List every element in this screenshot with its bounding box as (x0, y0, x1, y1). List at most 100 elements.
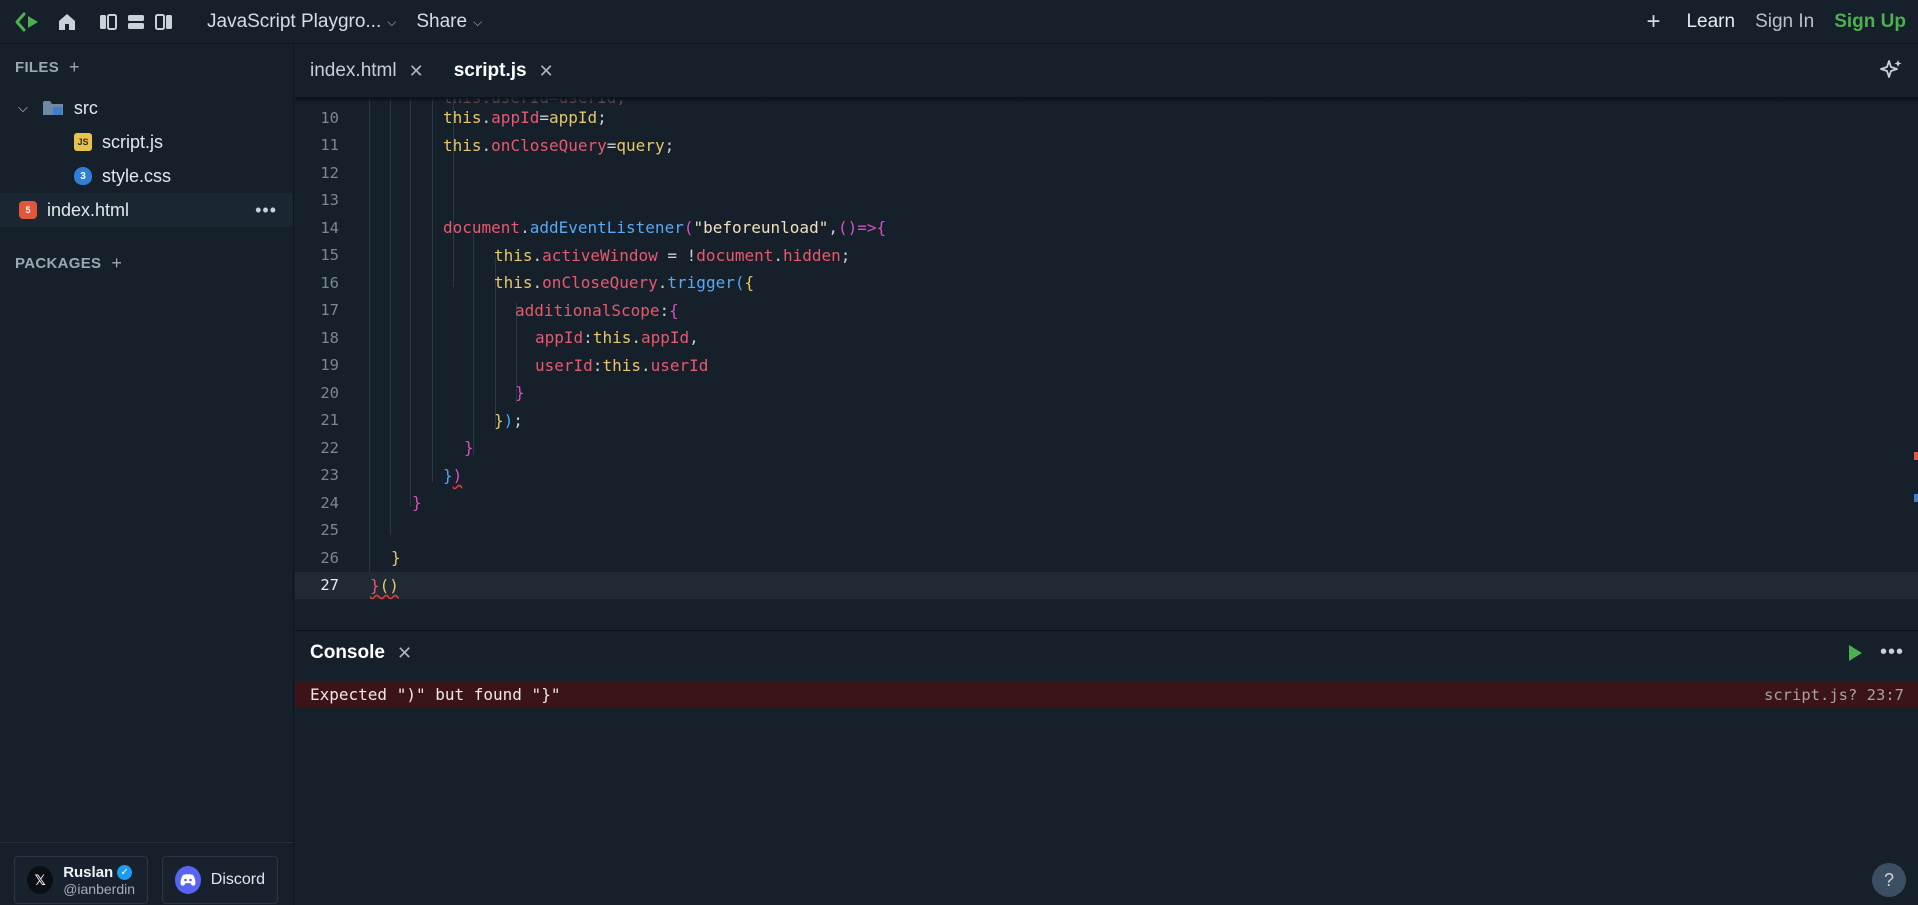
share-dropdown[interactable]: Share ⌵ (416, 11, 482, 33)
line-number: 18 (320, 328, 339, 347)
code-line: 25 (295, 517, 1918, 545)
line-number: 10 (320, 108, 339, 127)
add-file-icon[interactable]: + (69, 57, 80, 78)
scroll-shadow (295, 97, 1918, 103)
code-line: 20 } (295, 379, 1918, 407)
line-number: 14 (320, 218, 339, 237)
code-line: 17 additionalScope:{ (295, 297, 1918, 325)
console-error-row[interactable]: Expected ")" but found "}" script.js? 23… (295, 681, 1918, 708)
top-bar-actions: + Learn Sign In Sign Up (1646, 0, 1906, 44)
chevron-down-icon[interactable]: ⌵ (18, 100, 28, 116)
code-text: } (464, 438, 474, 458)
packages-label: PACKAGES (15, 255, 102, 272)
console-actions: ••• (1848, 641, 1904, 664)
author-name: Ruslan (63, 863, 114, 881)
console-title: Console (310, 642, 385, 663)
code-text: userId:this.userId (535, 355, 709, 375)
code-text: }) (443, 465, 463, 485)
css-file-icon: 3 (74, 167, 92, 185)
line-number: 23 (320, 466, 339, 485)
code-line: 19 userId:this.userId (295, 352, 1918, 380)
line-number: 17 (320, 301, 339, 320)
author-name-row: Ruslan ✓ (63, 864, 135, 881)
code-text: } (391, 548, 401, 568)
chevron-down-icon: ⌵ (473, 15, 483, 29)
layout-split-icon[interactable] (155, 13, 173, 31)
packages-section-header: PACKAGES + (15, 253, 122, 274)
folder-icon (42, 99, 64, 117)
more-options-icon[interactable]: ••• (1880, 641, 1904, 664)
error-location-link[interactable]: script.js? 23:7 (1764, 686, 1904, 704)
code-text: this.appId=appId; (443, 108, 607, 128)
layout-columns-icon[interactable] (99, 13, 117, 31)
line-number: 16 (320, 273, 339, 292)
javascript-file-icon: JS (74, 133, 92, 151)
files-section-header: FILES + (15, 57, 80, 78)
tree-item-label: index.html (47, 199, 130, 220)
line-number: 21 (320, 411, 339, 430)
code-text: this.activeWindow = !document.hidden; (494, 245, 851, 265)
file-sidebar: FILES + ⌵ src JS script.js 3 style.css 5… (0, 45, 294, 905)
console-panel: Console ✕ ••• Expected ")" but found "}"… (295, 630, 1918, 905)
code-text: this.onCloseQuery.trigger({ (494, 273, 755, 293)
syntax-error-marker[interactable]: ) (453, 466, 463, 485)
line-number: 19 (320, 356, 339, 375)
line-number: 12 (320, 163, 339, 182)
line-number: 26 (320, 548, 339, 567)
close-icon[interactable]: ✕ (539, 61, 554, 82)
x-logo-icon: 𝕏 (27, 866, 54, 894)
code-editor[interactable]: this.userId=userId; 10 this.appId=appId;… (295, 97, 1918, 630)
tree-item-script-js[interactable]: JS script.js (0, 125, 293, 159)
discord-link[interactable]: Discord (162, 856, 278, 904)
more-options-icon[interactable]: ••• (255, 200, 277, 221)
discord-label: Discord (210, 871, 265, 888)
code-line: 15 this.activeWindow = !document.hidden; (295, 242, 1918, 270)
layout-rows-icon[interactable] (127, 13, 145, 31)
author-handle: @ianberdin (63, 880, 135, 897)
learn-link[interactable]: Learn (1686, 11, 1735, 33)
code-line: 23 }) (295, 462, 1918, 490)
code-line: 10 this.appId=appId; (295, 104, 1918, 132)
sign-up-link[interactable]: Sign Up (1834, 11, 1906, 33)
code-text: appId:this.appId, (535, 328, 699, 348)
project-title-dropdown[interactable]: JavaScript Playgro... ⌵ (207, 11, 396, 33)
close-icon[interactable]: ✕ (397, 643, 412, 664)
tab-index-html[interactable]: index.html ✕ (295, 45, 439, 97)
tree-item-style-css[interactable]: 3 style.css (0, 159, 293, 193)
ai-sparkle-icon[interactable] (1878, 57, 1904, 83)
verified-badge-icon: ✓ (117, 864, 133, 880)
error-message: Expected ")" but found "}" (310, 685, 561, 704)
playcode-logo-icon[interactable] (13, 7, 43, 37)
discord-logo-icon (175, 866, 201, 894)
tree-item-src[interactable]: ⌵ src (0, 91, 293, 125)
sign-in-link[interactable]: Sign In (1755, 11, 1814, 33)
tree-item-label: style.css (102, 165, 172, 186)
close-icon[interactable]: ✕ (409, 61, 424, 82)
layout-switcher (99, 13, 173, 31)
line-number: 20 (320, 383, 339, 402)
line-number: 15 (320, 246, 339, 265)
code-text: } (515, 383, 525, 403)
tree-item-label: src (73, 97, 98, 118)
author-x-link[interactable]: 𝕏 Ruslan ✓ @ianberdin (14, 856, 148, 904)
line-number: 11 (320, 136, 339, 155)
home-icon[interactable] (55, 10, 79, 34)
html-file-icon: 5 (19, 201, 37, 219)
files-label: FILES (15, 59, 60, 76)
tab-label: script.js (453, 60, 527, 81)
sidebar-footer: 𝕏 Ruslan ✓ @ianberdin Discord (14, 856, 278, 904)
code-line: 13 (295, 187, 1918, 215)
run-icon[interactable] (1848, 644, 1862, 661)
author-info: Ruslan ✓ @ianberdin (63, 864, 135, 897)
code-line: 12 (295, 159, 1918, 187)
chevron-down-icon: ⌵ (387, 15, 397, 29)
tab-script-js[interactable]: script.js ✕ (439, 45, 569, 97)
help-button[interactable]: ? (1872, 863, 1906, 897)
code-line: 16 this.onCloseQuery.trigger({ (295, 269, 1918, 297)
line-number: 24 (320, 493, 339, 512)
add-package-icon[interactable]: + (111, 253, 122, 274)
top-bar: JavaScript Playgro... ⌵ Share ⌵ + Learn … (0, 0, 1918, 44)
tree-item-index-html[interactable]: 5 index.html ••• (0, 193, 293, 227)
code-text: } (412, 493, 422, 513)
add-icon[interactable]: + (1646, 8, 1660, 36)
